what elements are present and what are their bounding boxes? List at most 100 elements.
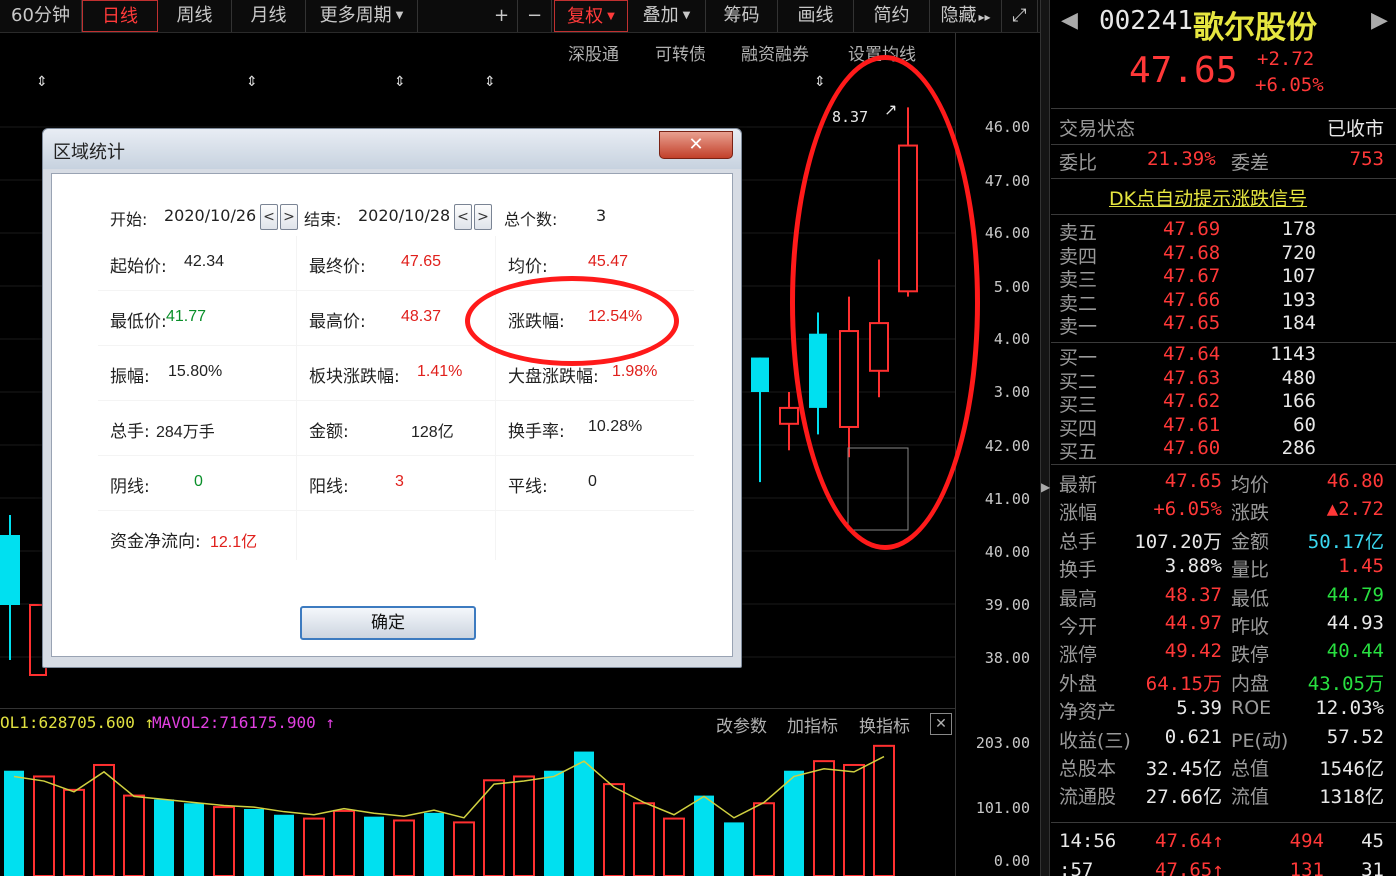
stat-cell <box>496 511 694 565</box>
period-week[interactable]: 周线 <box>158 0 232 32</box>
stat-cell: 最低价: 41.77 <box>98 291 296 345</box>
stat-cell: 平线: 0 <box>496 456 694 510</box>
volume-bar <box>663 817 685 876</box>
stat-cell: 板块涨跌幅: 1.41% <box>297 346 495 400</box>
ma-settings-link[interactable]: 设置均线 <box>848 40 916 65</box>
stat-label: 总手: <box>110 422 150 442</box>
close-indicator-icon[interactable]: ✕ <box>930 713 952 735</box>
tick-time: 14:56 <box>1059 830 1117 852</box>
wb-label: 委比 <box>1059 152 1098 174</box>
price-axis-label: 46.00 <box>984 224 1030 242</box>
volume-bar <box>244 809 264 876</box>
volume-bar <box>4 770 24 876</box>
stat-label: 最低价: <box>110 312 167 332</box>
quote-label: 流值 <box>1231 786 1270 809</box>
start-prev-button[interactable]: < <box>260 204 278 230</box>
period-more[interactable]: 更多周期 ▼ <box>306 0 418 32</box>
price-axis-label: 4.00 <box>993 330 1030 348</box>
signal-link[interactable]: DK点自动提示涨跌信号 <box>1109 184 1307 211</box>
stat-value: 12.1亿 <box>210 534 258 551</box>
stat-value: 15.80% <box>168 363 223 380</box>
stat-label: 均价: <box>508 257 548 277</box>
prev-stock-icon[interactable]: ◀ <box>1061 8 1078 33</box>
period-60min[interactable]: 60分钟 <box>0 0 82 32</box>
quote-label: 流通股 <box>1059 786 1117 809</box>
end-next-button[interactable]: > <box>474 204 492 230</box>
volume-bar <box>123 794 145 876</box>
stat-value: 45.47 <box>588 253 629 270</box>
ask-volume: 720 <box>1281 241 1316 264</box>
zoom-out-button[interactable]: − <box>518 0 552 32</box>
quote-value: 64.15万 <box>1145 672 1222 695</box>
period-day[interactable]: 日线 <box>82 0 158 32</box>
stat-label: 最终价: <box>309 257 366 277</box>
stat-label: 阳线: <box>309 477 349 497</box>
candle-body <box>809 333 827 408</box>
stat-value: 47.65 <box>401 253 442 270</box>
panel-divider[interactable]: ▶ <box>1040 0 1050 876</box>
convertible-link[interactable]: 可转债 <box>655 40 706 65</box>
status-value: 已收市 <box>1326 118 1384 140</box>
margin-link[interactable]: 融资融券 <box>741 40 809 65</box>
period-month[interactable]: 月线 <box>232 0 306 32</box>
price-axis-label: 42.00 <box>984 437 1030 455</box>
end-prev-button[interactable]: < <box>454 204 472 230</box>
stat-cell: 均价: 45.47 <box>496 236 694 290</box>
tick-price: 47.64↑ <box>1155 830 1224 852</box>
stat-value: 42.34 <box>184 253 225 270</box>
volume-bar <box>873 744 895 876</box>
volume-bar <box>424 812 444 876</box>
stat-cell: 换手率: 10.28% <box>496 401 694 455</box>
stat-value: 48.37 <box>401 308 442 325</box>
volume-bar <box>483 779 505 876</box>
stat-cell: 金额: 128亿 <box>297 401 495 455</box>
volume-bar <box>333 809 355 876</box>
dialog-close-button[interactable]: ✕ <box>659 131 733 159</box>
zoom-in-button[interactable]: + <box>486 0 518 32</box>
draw-line-button[interactable]: 画线 <box>778 0 854 32</box>
wc-label: 委差 <box>1231 152 1270 174</box>
start-date: 2020/10/26 <box>164 206 257 225</box>
dialog-titlebar[interactable]: 区域统计 ✕ <box>43 129 741 169</box>
volume-chart[interactable] <box>0 738 955 876</box>
stat-label: 涨跌幅: <box>508 312 565 332</box>
price-axis-label: 47.00 <box>984 172 1030 190</box>
adjust-button[interactable]: 复权 ▼ <box>554 0 628 32</box>
bid-price: 47.62 <box>1163 390 1221 412</box>
volume-bar <box>603 783 625 876</box>
collapse-arrow-icon[interactable]: ▶ <box>1041 480 1050 494</box>
overlay-button[interactable]: 叠加 ▼ <box>628 0 706 32</box>
quote-value: 32.45亿 <box>1145 758 1222 780</box>
bid-price: 47.61 <box>1163 413 1221 436</box>
stat-value: 1.98% <box>612 363 658 380</box>
next-stock-icon[interactable]: ▶ <box>1371 8 1388 33</box>
simple-button[interactable]: 简约 <box>854 0 930 32</box>
volume-bar <box>274 814 294 876</box>
quote-label: PE(动) <box>1231 729 1289 752</box>
start-next-button[interactable]: > <box>280 204 298 230</box>
stat-cell: 最高价: 48.37 <box>297 291 495 345</box>
switch-indicator-button[interactable]: 换指标 <box>859 712 910 737</box>
volume-bar <box>724 822 744 876</box>
ask-price: 47.66 <box>1163 288 1221 311</box>
ok-button[interactable]: 确定 <box>300 606 476 640</box>
volume-bar <box>544 770 564 876</box>
quote-value: 50.17亿 <box>1307 530 1384 553</box>
stat-label: 振幅: <box>110 367 150 387</box>
chips-button[interactable]: 筹码 <box>706 0 778 32</box>
quote-label: 总值 <box>1231 758 1270 780</box>
stat-cell: 起始价: 42.34 <box>98 236 296 290</box>
candle-body <box>898 144 918 293</box>
add-indicator-button[interactable]: 加指标 <box>787 712 838 737</box>
edit-params-button[interactable]: 改参数 <box>716 712 767 737</box>
divider <box>1051 108 1396 109</box>
hide-button[interactable]: 隐藏 ▸▸ <box>930 0 1002 32</box>
stat-label: 起始价: <box>110 257 167 277</box>
quote-label: 涨幅 <box>1059 502 1098 525</box>
fullscreen-icon[interactable]: ⤢ <box>1002 0 1038 32</box>
sgt-link[interactable]: 深股通 <box>568 40 619 65</box>
stat-cell: 总手: 284万手 <box>98 401 296 455</box>
price-axis-label: 40.00 <box>984 543 1030 561</box>
divider <box>1051 822 1396 823</box>
volume-bar <box>784 770 804 876</box>
